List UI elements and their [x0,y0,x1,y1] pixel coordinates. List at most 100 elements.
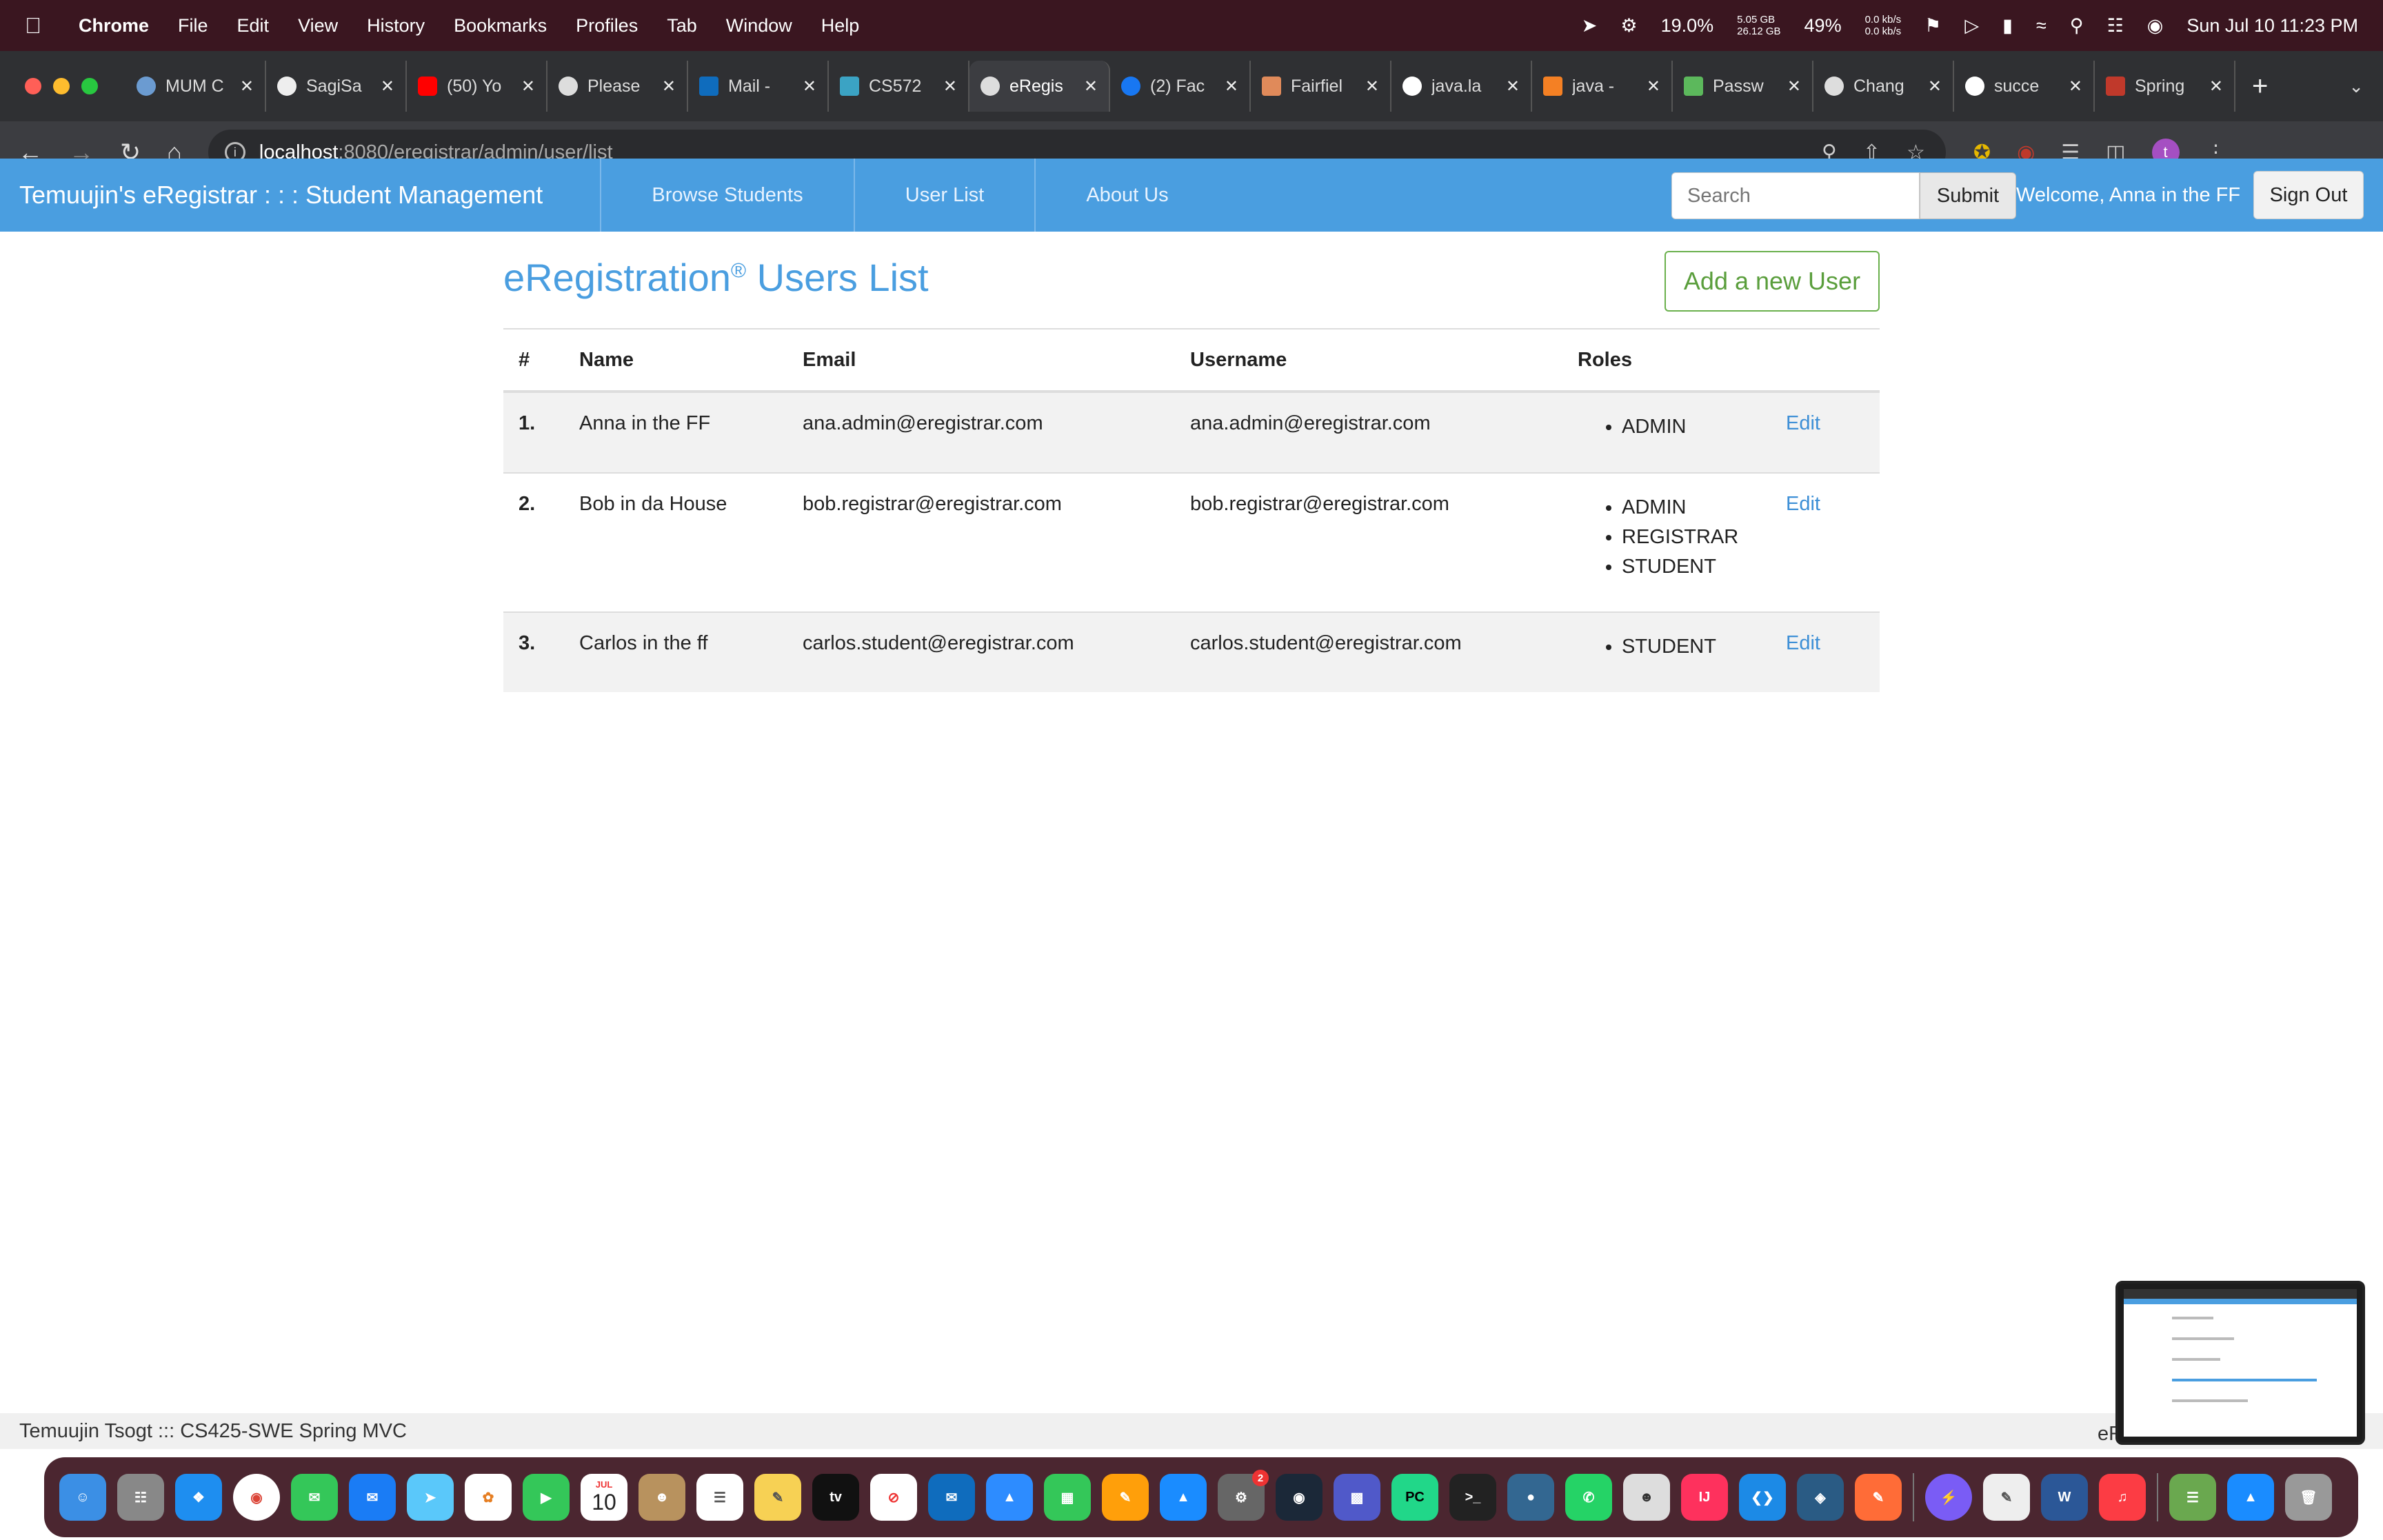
close-tab-icon[interactable]: ✕ [2209,77,2223,97]
messenger-icon[interactable]: ⚡ [1925,1474,1972,1521]
calendar-icon[interactable]: JUL 10 [581,1474,627,1521]
steam-icon[interactable]: ◉ [1276,1474,1323,1521]
messages-icon[interactable]: ✉ [291,1474,338,1521]
browser-tab[interactable]: (50) Yo ✕ [407,61,547,112]
menu-window[interactable]: Window [726,15,792,37]
mysql-workbench-icon[interactable]: ◈ [1797,1474,1844,1521]
search-icon[interactable]: ⚲ [2070,15,2084,37]
chrome-icon[interactable]: ◉ [233,1474,280,1521]
word-icon[interactable]: W [2041,1474,2088,1521]
apple-icon[interactable]:  [25,13,41,39]
browser-tab[interactable]: Please ✕ [547,61,688,112]
keynote-icon[interactable]: ▲ [986,1474,1033,1521]
close-tab-icon[interactable]: ✕ [803,77,816,97]
battery-icon[interactable]: ▮ [2002,15,2013,37]
mail-icon[interactable]: ✉ [349,1474,396,1521]
trash-icon[interactable]: 🗑 [2285,1474,2332,1521]
safari-icon[interactable]: ❖ [175,1474,222,1521]
network-stats[interactable]: 0.0 kb/s 0.0 kb/s [1865,14,1902,37]
close-tab-icon[interactable]: ✕ [1787,77,1801,97]
search-input[interactable] [1671,172,1920,219]
bear-icon[interactable]: ☻ [1623,1474,1670,1521]
close-tab-icon[interactable]: ✕ [1084,77,1098,97]
teams-icon[interactable]: ▩ [1334,1474,1380,1521]
browser-tab[interactable]: Mail - ✕ [688,61,829,112]
pycharm-icon[interactable]: PC [1391,1474,1438,1521]
textedit-icon[interactable]: ✎ [1983,1474,2030,1521]
close-tab-icon[interactable]: ✕ [1928,77,1942,97]
browser-tab[interactable]: SagiSa ✕ [266,61,407,112]
sign-out-button[interactable]: Sign Out [2253,171,2364,219]
edit-link[interactable]: Edit [1786,632,1820,654]
outlook-icon[interactable]: ✉ [928,1474,975,1521]
flag-icon[interactable]: ⚑ [1924,15,1941,37]
close-tab-icon[interactable]: ✕ [240,77,254,97]
siri-icon[interactable]: ◉ [2147,15,2164,37]
close-tab-icon[interactable]: ✕ [1647,77,1660,97]
numbers-icon[interactable]: ▦ [1044,1474,1091,1521]
close-tab-icon[interactable]: ✕ [521,77,535,97]
close-tab-icon[interactable]: ✕ [943,77,957,97]
browser-tab[interactable]: CS572 ✕ [829,61,969,112]
wifi-icon[interactable]: ≈ [2036,15,2047,37]
menu-view[interactable]: View [298,15,338,37]
apple-tv-icon[interactable]: tv [812,1474,859,1521]
control-center-icon[interactable]: ☷ [2107,15,2124,37]
pages-icon[interactable]: ✎ [1102,1474,1149,1521]
edit-link[interactable]: Edit [1786,412,1820,434]
nav-about-us[interactable]: About Us [1034,159,1219,232]
downloads-folder-icon[interactable]: ☰ [2169,1474,2216,1521]
menu-app-name[interactable]: Chrome [79,15,149,37]
reminders-icon[interactable]: ☰ [696,1474,743,1521]
close-tab-icon[interactable]: ✕ [2069,77,2082,97]
browser-tab[interactable]: java - ✕ [1532,61,1673,112]
memory-stats[interactable]: 5.05 GB 26.12 GB [1737,14,1780,37]
launchpad-icon[interactable]: ☷ [117,1474,164,1521]
close-tab-icon[interactable]: ✕ [381,77,394,97]
app-store-icon[interactable]: ▲ [1160,1474,1207,1521]
terminal-icon[interactable]: >_ [1449,1474,1496,1521]
maps-icon[interactable]: ➤ [407,1474,454,1521]
minimize-window-button[interactable] [53,78,70,94]
close-window-button[interactable] [25,78,41,94]
menu-help[interactable]: Help [821,15,860,37]
postman-icon[interactable]: ✎ [1855,1474,1902,1521]
photos-icon[interactable]: ✿ [465,1474,512,1521]
postgres-icon[interactable]: ● [1507,1474,1554,1521]
browser-tab[interactable]: Chang ✕ [1813,61,1954,112]
menu-profiles[interactable]: Profiles [576,15,638,37]
browser-tab[interactable]: Fairfiel ✕ [1251,61,1391,112]
music-icon[interactable]: ♫ [2099,1474,2146,1521]
chevron-down-icon[interactable]: ⌄ [2349,76,2364,97]
nav-user-list[interactable]: User List [854,159,1034,232]
browser-tab[interactable]: Spring ✕ [2095,61,2235,112]
browser-tab[interactable]: Passw ✕ [1673,61,1813,112]
nav-browse-students[interactable]: Browse Students [600,159,854,232]
browser-tab[interactable]: (2) Fac ✕ [1110,61,1251,112]
close-tab-icon[interactable]: ✕ [662,77,676,97]
menu-edit[interactable]: Edit [237,15,270,37]
close-tab-icon[interactable]: ✕ [1225,77,1238,97]
menu-history[interactable]: History [367,15,425,37]
submit-button[interactable]: Submit [1920,172,2016,219]
whatsapp-icon[interactable]: ✆ [1565,1474,1612,1521]
browser-tab-active[interactable]: eRegis ✕ [969,61,1110,112]
menu-bookmarks[interactable]: Bookmarks [454,15,547,37]
vscode-icon[interactable]: ❮❯ [1739,1474,1786,1521]
close-tab-icon[interactable]: ✕ [1506,77,1520,97]
applications-folder-icon[interactable]: ▲ [2227,1474,2274,1521]
edit-link[interactable]: Edit [1786,493,1820,515]
facetime-icon[interactable]: ▶ [523,1474,570,1521]
browser-tab[interactable]: java.la ✕ [1391,61,1532,112]
browser-tab[interactable]: MUM C ✕ [125,61,266,112]
add-user-button[interactable]: Add a new User [1665,251,1880,312]
location-icon[interactable]: ➤ [1582,15,1598,37]
cpu-icon[interactable]: ⚙ [1620,15,1637,37]
play-icon[interactable]: ▷ [1964,15,1979,37]
screenshot-thumbnail[interactable] [2115,1281,2365,1445]
cpu-usage[interactable]: 19.0% [1661,15,1714,37]
notes-icon[interactable]: ✎ [754,1474,801,1521]
finder-icon[interactable]: ☺ [59,1474,106,1521]
close-tab-icon[interactable]: ✕ [1365,77,1379,97]
battery-percent[interactable]: 49% [1804,15,1842,37]
